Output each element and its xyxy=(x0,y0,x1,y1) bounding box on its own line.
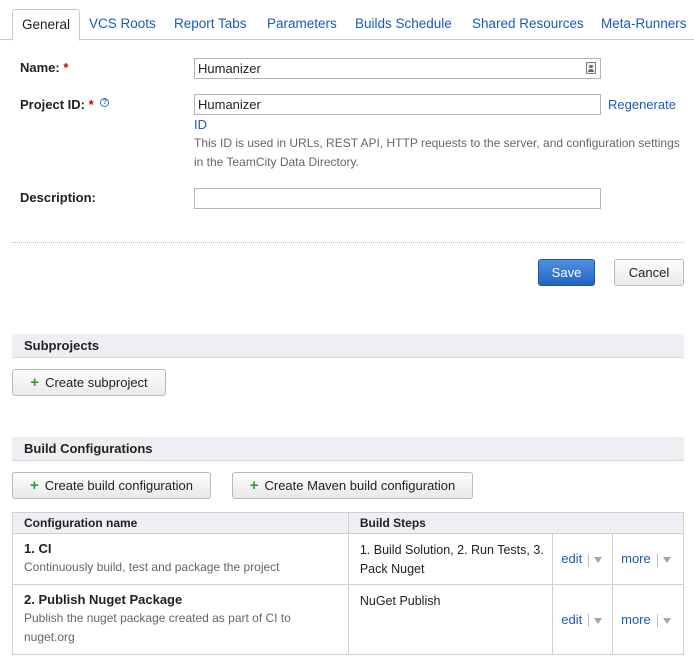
edit-link[interactable]: edit xyxy=(561,551,582,566)
project-id-input-value: Humanizer xyxy=(198,97,261,112)
tab-report-tabs[interactable]: Report Tabs xyxy=(174,9,247,41)
regenerate-id-link[interactable]: Regenerate xyxy=(608,97,676,112)
project-id-input[interactable]: Humanizer xyxy=(194,94,601,115)
tab-vcs-roots[interactable]: VCS Roots xyxy=(89,9,156,41)
plus-icon: + xyxy=(30,477,39,494)
name-label-text: Name: xyxy=(20,60,60,75)
project-id-label: Project ID: * ? xyxy=(20,97,110,112)
project-id-label-text: Project ID: xyxy=(20,97,86,112)
regenerate-id-link-continued[interactable]: ID xyxy=(194,117,207,132)
tab-builds-schedule[interactable]: Builds Schedule xyxy=(355,9,452,41)
more-cell: more xyxy=(612,584,684,655)
configuration-name-link[interactable]: 2. Publish Nuget Package xyxy=(24,592,348,607)
create-subproject-button[interactable]: + Create subproject xyxy=(12,369,166,396)
edit-cell: edit xyxy=(552,584,614,655)
help-icon[interactable]: ? xyxy=(100,98,110,107)
required-mark: * xyxy=(63,60,69,75)
build-configurations-header: Build Configurations xyxy=(12,437,684,461)
edit-cell: edit xyxy=(552,533,614,585)
caret-down-icon[interactable] xyxy=(594,617,603,624)
create-build-configuration-label: Create build configuration xyxy=(44,478,193,493)
form-divider xyxy=(12,242,684,243)
required-mark: * xyxy=(88,97,94,112)
column-header-configuration-name: Configuration name xyxy=(12,512,349,534)
build-steps-cell: NuGet Publish xyxy=(347,584,554,655)
name-label: Name: * xyxy=(20,60,68,75)
more-link[interactable]: more xyxy=(621,551,651,566)
create-maven-build-configuration-button[interactable]: + Create Maven build configuration xyxy=(232,472,473,499)
project-id-note: This ID is used in URLs, REST API, HTTP … xyxy=(194,136,680,169)
configuration-description: Publish the nuget package created as par… xyxy=(24,611,291,644)
contact-card-icon[interactable] xyxy=(586,62,596,74)
configuration-cell: 2. Publish Nuget Package Publish the nug… xyxy=(12,584,349,655)
name-input-value: Humanizer xyxy=(198,61,261,76)
tab-general[interactable]: General xyxy=(12,9,81,41)
more-cell: more xyxy=(612,533,684,585)
plus-icon: + xyxy=(249,477,259,494)
subprojects-header: Subprojects xyxy=(12,334,684,358)
separator xyxy=(588,614,590,628)
tab-shared-resources[interactable]: Shared Resources xyxy=(472,9,584,41)
create-subproject-label: Create subproject xyxy=(45,375,148,390)
settings-tab-bar: General VCS Roots Report Tabs Parameters… xyxy=(0,0,694,41)
table-row: 1. CI Continuously build, test and packa… xyxy=(12,533,684,585)
more-link[interactable]: more xyxy=(621,612,651,627)
configuration-cell: 1. CI Continuously build, test and packa… xyxy=(12,533,349,585)
configuration-description: Continuously build, test and package the… xyxy=(24,560,280,574)
separator xyxy=(588,553,590,567)
save-button[interactable]: Save xyxy=(538,259,595,286)
tab-parameters[interactable]: Parameters xyxy=(267,9,337,41)
description-label: Description: xyxy=(20,190,96,205)
edit-link[interactable]: edit xyxy=(561,612,582,627)
cancel-button[interactable]: Cancel xyxy=(614,259,684,286)
build-configurations-table: Configuration name Build Steps 1. CI Con… xyxy=(12,512,685,655)
plus-icon: + xyxy=(30,374,40,391)
table-header-row: Configuration name Build Steps xyxy=(12,512,685,534)
configuration-name-link[interactable]: 1. CI xyxy=(24,541,348,556)
table-row: 2. Publish Nuget Package Publish the nug… xyxy=(12,584,684,655)
create-build-configuration-button[interactable]: + Create build configuration xyxy=(12,472,211,499)
caret-down-icon[interactable] xyxy=(662,617,671,624)
separator xyxy=(656,553,658,567)
name-input[interactable]: Humanizer xyxy=(194,58,601,79)
column-header-build-steps: Build Steps xyxy=(347,512,685,534)
create-maven-build-configuration-label: Create Maven build configuration xyxy=(264,478,456,493)
tab-meta-runners[interactable]: Meta-Runners xyxy=(601,9,687,41)
description-input[interactable] xyxy=(194,188,601,209)
separator xyxy=(656,614,658,628)
build-steps-cell: 1. Build Solution, 2. Run Tests, 3. Pack… xyxy=(347,533,554,585)
caret-down-icon[interactable] xyxy=(662,557,671,564)
caret-down-icon[interactable] xyxy=(594,557,603,564)
